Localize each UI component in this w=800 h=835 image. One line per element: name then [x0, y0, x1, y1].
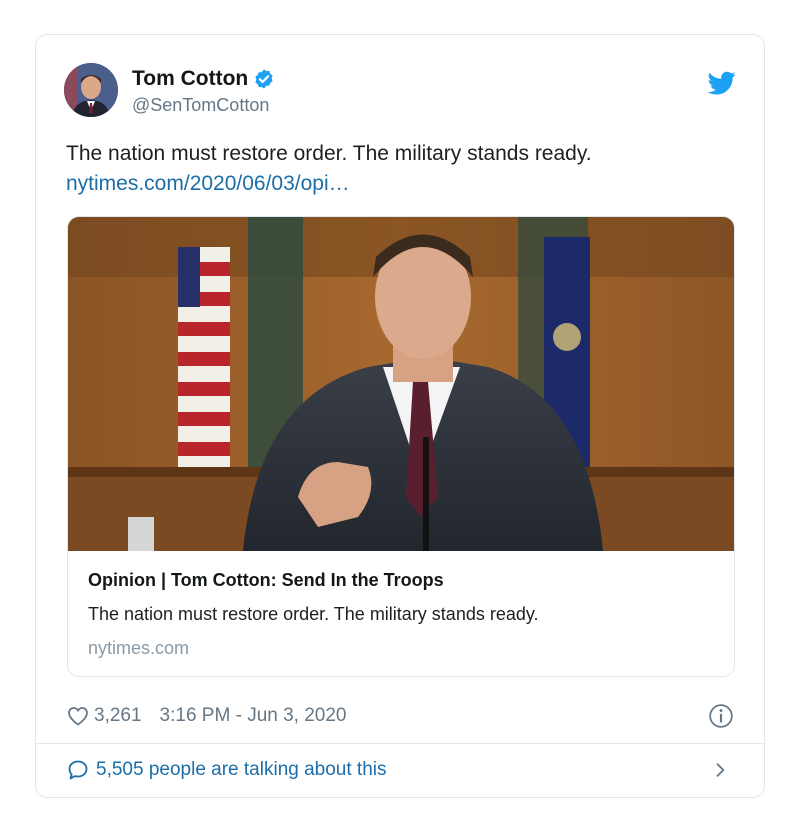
author-names: Tom Cotton @SenTomCotton	[132, 65, 275, 116]
tweet-text: The nation must restore order. The milit…	[66, 142, 592, 165]
info-icon[interactable]	[708, 703, 734, 729]
timestamp[interactable]: 3:16 PM - Jun 3, 2020	[160, 705, 347, 727]
tweet-header: Tom Cotton @SenTomCotton	[64, 61, 736, 121]
chevron-right-icon[interactable]	[710, 760, 730, 780]
avatar[interactable]	[64, 63, 118, 117]
divider	[36, 743, 764, 744]
twitter-bird-icon[interactable]	[708, 69, 736, 97]
author-handle[interactable]: @SenTomCotton	[132, 95, 275, 116]
card-title[interactable]: Opinion | Tom Cotton: Send In the Troops	[88, 567, 714, 593]
conversation-text[interactable]: 5,505 people are talking about this	[96, 759, 387, 781]
card-body: Opinion | Tom Cotton: Send In the Troops…	[88, 567, 714, 661]
card-description: The nation must restore order. The milit…	[88, 604, 539, 624]
link-card[interactable]: Opinion | Tom Cotton: Send In the Troops…	[67, 216, 735, 677]
tweet-text-block: The nation must restore order. The milit…	[66, 139, 734, 199]
tweet-link[interactable]: nytimes.com/2020/06/03/opi…	[66, 169, 734, 199]
heart-icon[interactable]	[66, 704, 90, 728]
tweet-embed[interactable]: Tom Cotton @SenTomCotton The nation must…	[35, 34, 765, 798]
conversation-link[interactable]: 5,505 people are talking about this	[66, 755, 734, 785]
like-count[interactable]: 3,261	[94, 705, 142, 727]
card-domain: nytimes.com	[88, 638, 190, 658]
speech-bubble-icon	[68, 760, 88, 780]
author-name[interactable]: Tom Cotton	[132, 67, 248, 91]
tweet-meta: 3,261 3:16 PM - Jun 3, 2020	[66, 701, 734, 731]
card-image[interactable]	[68, 217, 735, 551]
verified-badge-icon	[255, 69, 273, 89]
